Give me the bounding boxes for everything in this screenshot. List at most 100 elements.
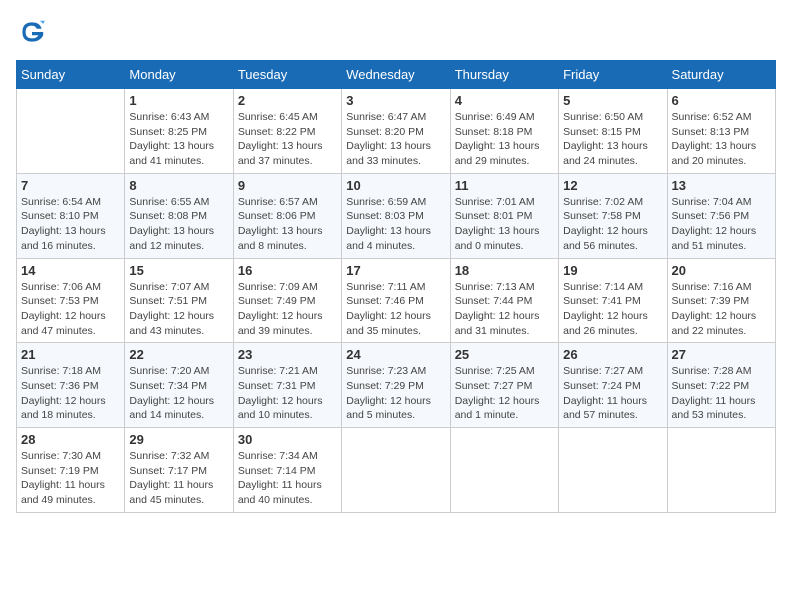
calendar-cell: 21 Sunrise: 7:18 AM Sunset: 7:36 PM Dayli… [17,343,125,428]
calendar-cell: 19 Sunrise: 7:14 AM Sunset: 7:41 PM Dayli… [559,258,667,343]
day-info: Sunrise: 6:49 AM Sunset: 8:18 PM Dayligh… [455,110,554,169]
day-info: Sunrise: 6:52 AM Sunset: 8:13 PM Dayligh… [672,110,771,169]
day-header-thursday: Thursday [450,61,558,89]
calendar-week-row: 14 Sunrise: 7:06 AM Sunset: 7:53 PM Dayli… [17,258,776,343]
calendar-cell [450,428,558,513]
calendar-cell: 13Sunrise: 7:04 AM Sunset: 7:56 PM Dayli… [667,173,775,258]
day-info: Sunrise: 6:47 AM Sunset: 8:20 PM Dayligh… [346,110,445,169]
calendar-cell: 27 Sunrise: 7:28 AM Sunset: 7:22 PM Dayli… [667,343,775,428]
day-info: Sunrise: 7:16 AM Sunset: 7:39 PM Dayligh… [672,280,771,339]
day-number: 29 [129,432,228,447]
day-number: 8 [129,178,228,193]
calendar-cell [559,428,667,513]
day-info: Sunrise: 6:57 AM Sunset: 8:06 PM Dayligh… [238,195,337,254]
day-info: Sunrise: 6:55 AM Sunset: 8:08 PM Dayligh… [129,195,228,254]
day-number: 14 [21,263,120,278]
day-info: Sunrise: 6:50 AM Sunset: 8:15 PM Dayligh… [563,110,662,169]
day-info: Sunrise: 7:21 AM Sunset: 7:31 PM Dayligh… [238,364,337,423]
day-number: 30 [238,432,337,447]
day-header-friday: Friday [559,61,667,89]
day-header-tuesday: Tuesday [233,61,341,89]
day-number: 25 [455,347,554,362]
day-info: Sunrise: 6:45 AM Sunset: 8:22 PM Dayligh… [238,110,337,169]
day-number: 13 [672,178,771,193]
day-info: Sunrise: 7:09 AM Sunset: 7:49 PM Dayligh… [238,280,337,339]
calendar-cell: 11Sunrise: 7:01 AM Sunset: 8:01 PM Dayli… [450,173,558,258]
day-info: Sunrise: 7:27 AM Sunset: 7:24 PM Dayligh… [563,364,662,423]
calendar-cell: 30 Sunrise: 7:34 AM Sunset: 7:14 PM Dayli… [233,428,341,513]
calendar-cell: 14 Sunrise: 7:06 AM Sunset: 7:53 PM Dayli… [17,258,125,343]
day-number: 21 [21,347,120,362]
calendar-cell: 17 Sunrise: 7:11 AM Sunset: 7:46 PM Dayli… [342,258,450,343]
day-number: 26 [563,347,662,362]
day-info: Sunrise: 7:14 AM Sunset: 7:41 PM Dayligh… [563,280,662,339]
calendar-cell: 16 Sunrise: 7:09 AM Sunset: 7:49 PM Dayli… [233,258,341,343]
calendar-cell: 15 Sunrise: 7:07 AM Sunset: 7:51 PM Dayli… [125,258,233,343]
calendar-cell: 24 Sunrise: 7:23 AM Sunset: 7:29 PM Dayli… [342,343,450,428]
logo [16,16,52,48]
day-info: Sunrise: 7:06 AM Sunset: 7:53 PM Dayligh… [21,280,120,339]
day-number: 27 [672,347,771,362]
calendar-cell: 18 Sunrise: 7:13 AM Sunset: 7:44 PM Dayli… [450,258,558,343]
calendar-week-row: 7 Sunrise: 6:54 AM Sunset: 8:10 PM Daylig… [17,173,776,258]
day-number: 12 [563,178,662,193]
day-header-monday: Monday [125,61,233,89]
day-info: Sunrise: 7:07 AM Sunset: 7:51 PM Dayligh… [129,280,228,339]
calendar-cell: 12Sunrise: 7:02 AM Sunset: 7:58 PM Dayli… [559,173,667,258]
calendar-cell [17,89,125,174]
day-number: 28 [21,432,120,447]
day-info: Sunrise: 7:34 AM Sunset: 7:14 PM Dayligh… [238,449,337,508]
logo-icon [16,16,48,48]
calendar-cell [342,428,450,513]
calendar-cell: 4 Sunrise: 6:49 AM Sunset: 8:18 PM Daylig… [450,89,558,174]
day-number: 4 [455,93,554,108]
day-header-saturday: Saturday [667,61,775,89]
day-info: Sunrise: 7:18 AM Sunset: 7:36 PM Dayligh… [21,364,120,423]
calendar-cell: 26 Sunrise: 7:27 AM Sunset: 7:24 PM Dayli… [559,343,667,428]
day-number: 22 [129,347,228,362]
day-info: Sunrise: 7:11 AM Sunset: 7:46 PM Dayligh… [346,280,445,339]
day-number: 20 [672,263,771,278]
day-info: Sunrise: 6:43 AM Sunset: 8:25 PM Dayligh… [129,110,228,169]
day-number: 19 [563,263,662,278]
calendar-cell: 2 Sunrise: 6:45 AM Sunset: 8:22 PM Daylig… [233,89,341,174]
day-info: Sunrise: 7:28 AM Sunset: 7:22 PM Dayligh… [672,364,771,423]
calendar-cell: 7 Sunrise: 6:54 AM Sunset: 8:10 PM Daylig… [17,173,125,258]
day-info: Sunrise: 6:54 AM Sunset: 8:10 PM Dayligh… [21,195,120,254]
day-info: Sunrise: 7:23 AM Sunset: 7:29 PM Dayligh… [346,364,445,423]
day-number: 15 [129,263,228,278]
calendar-cell: 9 Sunrise: 6:57 AM Sunset: 8:06 PM Daylig… [233,173,341,258]
calendar-cell: 23 Sunrise: 7:21 AM Sunset: 7:31 PM Dayli… [233,343,341,428]
day-number: 10 [346,178,445,193]
day-info: Sunrise: 7:20 AM Sunset: 7:34 PM Dayligh… [129,364,228,423]
calendar-cell [667,428,775,513]
day-info: Sunrise: 7:13 AM Sunset: 7:44 PM Dayligh… [455,280,554,339]
day-number: 11 [455,178,554,193]
calendar-week-row: 28Sunrise: 7:30 AM Sunset: 7:19 PM Dayli… [17,428,776,513]
day-number: 18 [455,263,554,278]
calendar-cell: 8 Sunrise: 6:55 AM Sunset: 8:08 PM Daylig… [125,173,233,258]
calendar-cell: 29Sunrise: 7:32 AM Sunset: 7:17 PM Dayli… [125,428,233,513]
calendar-cell: 25 Sunrise: 7:25 AM Sunset: 7:27 PM Dayli… [450,343,558,428]
calendar-cell: 5 Sunrise: 6:50 AM Sunset: 8:15 PM Daylig… [559,89,667,174]
calendar-header-row: SundayMondayTuesdayWednesdayThursdayFrid… [17,61,776,89]
day-number: 5 [563,93,662,108]
calendar-cell: 6 Sunrise: 6:52 AM Sunset: 8:13 PM Daylig… [667,89,775,174]
calendar-week-row: 1Sunrise: 6:43 AM Sunset: 8:25 PM Daylig… [17,89,776,174]
page-header [16,16,776,48]
calendar-cell: 10 Sunrise: 6:59 AM Sunset: 8:03 PM Dayli… [342,173,450,258]
day-info: Sunrise: 6:59 AM Sunset: 8:03 PM Dayligh… [346,195,445,254]
day-info: Sunrise: 7:25 AM Sunset: 7:27 PM Dayligh… [455,364,554,423]
day-number: 6 [672,93,771,108]
day-number: 3 [346,93,445,108]
day-number: 2 [238,93,337,108]
day-number: 17 [346,263,445,278]
calendar-cell: 22 Sunrise: 7:20 AM Sunset: 7:34 PM Dayli… [125,343,233,428]
day-number: 9 [238,178,337,193]
day-number: 23 [238,347,337,362]
day-header-sunday: Sunday [17,61,125,89]
calendar-week-row: 21 Sunrise: 7:18 AM Sunset: 7:36 PM Dayli… [17,343,776,428]
day-number: 24 [346,347,445,362]
day-number: 7 [21,178,120,193]
day-number: 16 [238,263,337,278]
